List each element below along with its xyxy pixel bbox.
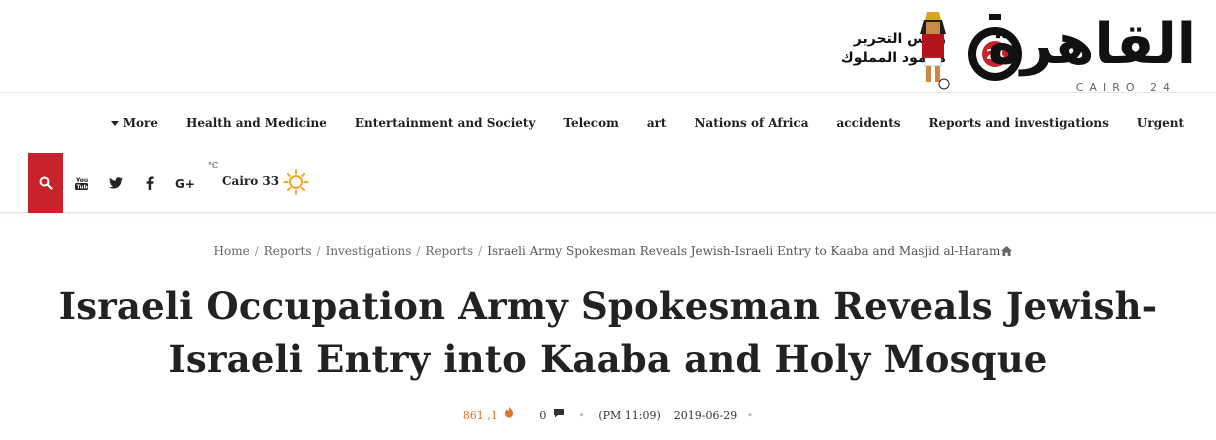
google-plus-icon: G+ (175, 177, 195, 189)
comment-icon (553, 409, 564, 418)
youtube-link[interactable]: You Tube (69, 153, 93, 213)
search-button[interactable] (28, 153, 63, 213)
nav-accidents[interactable]: accidents (837, 116, 901, 130)
nav-entertainment-society[interactable]: Entertainment and Society (355, 116, 536, 130)
facebook-icon (146, 176, 154, 190)
breadcrumb-separator: / (254, 244, 259, 258)
nav-more[interactable]: More (110, 116, 158, 130)
breadcrumb-investigations[interactable]: Investigations (326, 244, 412, 258)
youtube-icon: You Tube (74, 177, 88, 190)
google-plus-link[interactable]: G+ (172, 153, 198, 213)
search-icon (39, 176, 53, 190)
nav-reports-investigations[interactable]: Reports and investigations (929, 116, 1109, 130)
breadcrumb-home[interactable]: Home (214, 244, 250, 258)
publish-date: 2019-06-29 (673, 408, 738, 422)
svg-text:You: You (75, 177, 88, 184)
logo-arabic-text: القاهرة (987, 12, 1198, 77)
nav-health-medicine[interactable]: Health and Medicine (186, 116, 327, 130)
sun-icon (283, 169, 309, 195)
twitter-link[interactable] (104, 153, 128, 213)
breadcrumb-separator: / (416, 244, 421, 258)
publish-time: (PM 11:09) (598, 408, 661, 422)
weather-unit: °C (208, 161, 219, 170)
fire-icon (505, 406, 514, 418)
caret-down-icon (110, 120, 119, 126)
pharaoh-mascot-icon (920, 12, 950, 90)
home-icon (1001, 246, 1013, 256)
breadcrumb-current: Israeli Army Spokesman Reveals Jewish-Is… (487, 244, 1001, 258)
nav-telecom[interactable]: Telecom (563, 116, 618, 130)
weather-city-temp: Cairo 33 (222, 174, 280, 188)
svg-text:G+: G+ (175, 177, 195, 189)
comment-count[interactable]: 0 (539, 409, 546, 422)
site-logo[interactable]: رئيس التحرير محمود المملوك 24 القاهرة CA… (826, 4, 1198, 94)
breadcrumb-reports[interactable]: Reports (264, 244, 312, 258)
nav-nations-africa[interactable]: Nations of Africa (694, 116, 808, 130)
toolbar: You Tube G+ °C Cairo 33 (0, 153, 1216, 213)
article-title: Israeli Occupation Army Spokesman Reveal… (58, 284, 1158, 381)
svg-text:Tube: Tube (76, 185, 88, 190)
nav-art[interactable]: art (647, 116, 667, 130)
nav-urgent[interactable]: Urgent (1137, 116, 1184, 130)
meta-dot-separator: • (578, 408, 585, 422)
article-meta: 861 ,1 0 • (PM 11:09) 2019-06-29 • (0, 406, 1216, 422)
twitter-icon (109, 177, 123, 189)
site-header: رئيس التحرير محمود المملوك 24 القاهرة CA… (0, 0, 1216, 94)
facebook-link[interactable] (138, 153, 162, 213)
nav-more-label: More (122, 116, 158, 130)
main-nav: More Health and Medicine Entertainment a… (0, 93, 1216, 153)
breadcrumb-separator: / (316, 244, 321, 258)
breadcrumb-reports-2[interactable]: Reports (425, 244, 473, 258)
view-count: 861 ,1 (462, 408, 498, 422)
breadcrumb-separator: / (478, 244, 483, 258)
breadcrumb: Home / Reports / Investigations / Reports / Isra… (0, 244, 1216, 262)
meta-dot-separator-end: • (746, 408, 754, 422)
